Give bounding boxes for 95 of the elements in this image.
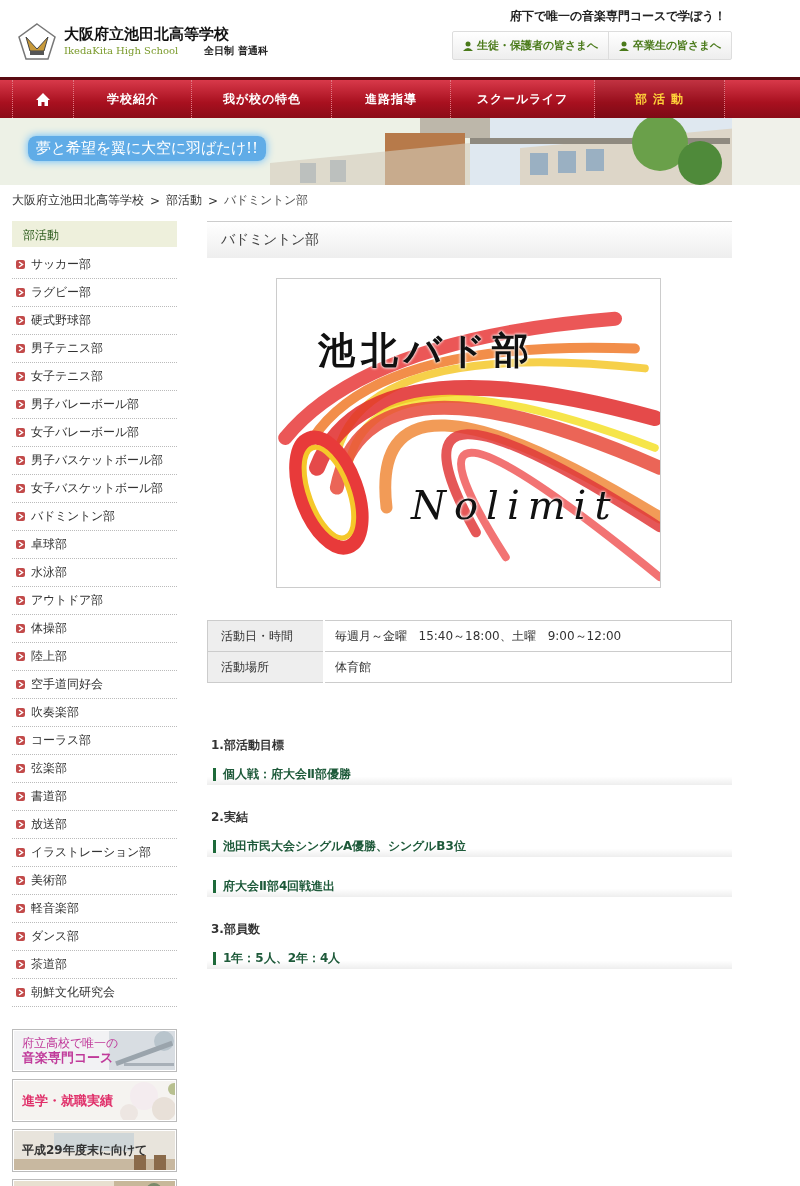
sidebar-item[interactable]: 男子テニス部 [12,335,177,363]
arrow-bullet-icon [16,820,25,829]
section-item-text: 1年：5人、2年：4人 [223,950,341,967]
audience-link[interactable]: 生徒・保護者の皆さまへ [453,32,608,59]
banner-text: 府立高校で唯一の [22,1035,119,1050]
accent-bar-icon [213,840,216,853]
section-heading: 1.部活動目標 [210,737,285,754]
banner-text: 進学・就職実績 [22,1092,114,1109]
accent-bar-icon [213,952,216,965]
course-type: 全日制 普通科 [204,44,268,58]
promo-banner[interactable]: 平成29年度末に向けて [12,1129,177,1172]
sidebar-item[interactable]: 硬式野球部 [12,307,177,335]
arrow-bullet-icon [16,988,25,997]
person-icon [619,40,629,51]
sidebar-item[interactable]: 陸上部 [12,643,177,671]
sidebar-item[interactable]: 体操部 [12,615,177,643]
sidebar-item[interactable]: ラグビー部 [12,279,177,307]
sidebar-item[interactable]: 弦楽部 [12,755,177,783]
home-icon[interactable] [36,92,50,106]
table-header-cell: 活動日・時間 [207,620,324,652]
sidebar-item[interactable]: 茶道部 [12,951,177,979]
arrow-bullet-icon [16,876,25,885]
arrow-bullet-icon [16,484,25,493]
banner-text: 音楽専門コース [22,1049,114,1066]
section-heading: 3.部員数 [210,921,261,938]
breadcrumb-link[interactable]: 大阪府立池田北高等学校 [12,192,144,209]
sidebar-item[interactable]: 放送部 [12,811,177,839]
school-name: 大阪府立池田北高等学校 [64,25,230,44]
promo-banner[interactable]: 進学・就職実績 [12,1079,177,1122]
arrow-bullet-icon [16,904,25,913]
tagline: 府下で唯一の音楽専門コースで学ぼう！ [510,8,727,25]
arrow-bullet-icon [16,764,25,773]
arrow-bullet-icon [16,316,25,325]
arrow-bullet-icon [16,456,25,465]
table-cell: 体育館 [323,651,732,683]
breadcrumb-separator: > [208,193,219,208]
arrow-bullet-icon [16,708,25,717]
school-name-english: IkedaKita High School [64,45,179,56]
sidebar-item[interactable]: 空手道同好会 [12,671,177,699]
arrow-bullet-icon [16,736,25,745]
arrow-bullet-icon [16,400,25,409]
sidebar-item[interactable]: 書道部 [12,783,177,811]
arrow-bullet-icon [16,372,25,381]
sidebar-item[interactable]: イラストレーション部 [12,839,177,867]
sidebar-item[interactable]: バドミントン部 [12,503,177,531]
arrow-bullet-icon [16,288,25,297]
page-title: バドミントン部 [207,221,732,258]
sidebar-item[interactable]: 女子テニス部 [12,363,177,391]
breadcrumb-current: バドミントン部 [224,192,309,209]
sidebar-item[interactable]: サッカー部 [12,251,177,279]
audience-link[interactable]: 卒業生の皆さまへ [608,32,731,59]
sidebar-item[interactable]: ダンス部 [12,923,177,951]
school-crest-icon [18,22,56,61]
arrow-bullet-icon [16,428,25,437]
arrow-bullet-icon [16,680,25,689]
sidebar-item[interactable]: 女子バレーボール部 [12,419,177,447]
breadcrumb-link[interactable]: 部活動 [166,192,203,209]
sidebar-item[interactable]: 軽音楽部 [12,895,177,923]
banner-text: 平成29年度末に向けて [22,1143,148,1158]
arrow-bullet-icon [16,568,25,577]
accent-bar-icon [213,768,216,781]
arrow-bullet-icon [16,960,25,969]
sidebar-item[interactable]: 美術部 [12,867,177,895]
arrow-bullet-icon [16,932,25,941]
slogan: 夢と希望を翼に大空に羽ばたけ!! [28,136,267,161]
sidebar-item[interactable]: 男子バスケットボール部 [12,447,177,475]
arrow-bullet-icon [16,260,25,269]
accent-bar-icon [213,880,216,893]
arrow-bullet-icon [16,624,25,633]
arrow-bullet-icon [16,512,25,521]
sidebar-item[interactable]: 女子バスケットボール部 [12,475,177,503]
person-icon [463,40,473,51]
arrow-bullet-icon [16,596,25,605]
sidebar-item[interactable]: 卓球部 [12,531,177,559]
sidebar-item[interactable]: 男子バレーボール部 [12,391,177,419]
sidebar-item[interactable]: アウトドア部 [12,587,177,615]
arrow-bullet-icon [16,848,25,857]
sidebar-item[interactable]: 朝鮮文化研究会 [12,979,177,1007]
sidebar-heading: 部活動 [12,221,177,247]
sidebar-item[interactable]: コーラス部 [12,727,177,755]
promo-banner[interactable]: 府立高校で唯一の 音楽専門コース [12,1029,177,1072]
arrow-bullet-icon [16,344,25,353]
table-header-cell: 活動場所 [207,651,324,683]
arrow-bullet-icon [16,792,25,801]
table-cell: 毎週月～金曜 15:40～18:00、土曜 9:00～12:00 [323,620,732,652]
section-item-text: 池田市民大会シングルA優勝、シングルB3位 [223,838,466,855]
section-item-text: 個人戦：府大会Ⅱ部優勝 [223,766,351,783]
sidebar-item[interactable]: 吹奏楽部 [12,699,177,727]
sidebar-item[interactable]: 水泳部 [12,559,177,587]
arrow-bullet-icon [16,540,25,549]
arrow-bullet-icon [16,652,25,661]
section-item-text: 府大会Ⅱ部4回戦進出 [223,878,336,895]
nav-tab[interactable]: 部 活 動 [595,80,725,118]
breadcrumb-separator: > [150,193,161,208]
section-heading: 2.実結 [210,809,249,826]
